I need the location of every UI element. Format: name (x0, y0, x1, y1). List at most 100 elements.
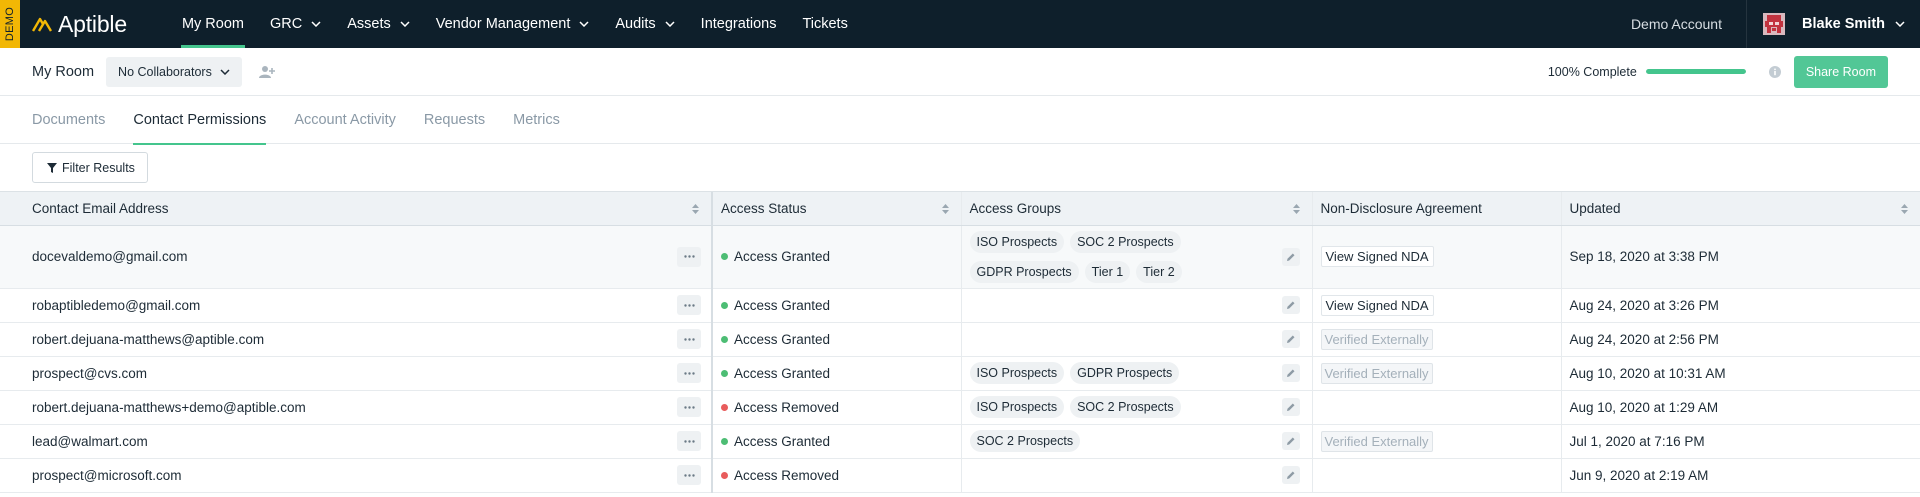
cell-groups (961, 458, 1313, 493)
access-group-chip: ISO Prospects (969, 230, 1065, 253)
access-group-chip: GDPR Prospects (969, 260, 1079, 283)
nav-menu: My Room GRC Assets Vendor Management Audits I… (169, 0, 861, 48)
cell-nda (1312, 390, 1562, 425)
edit-groups-button[interactable] (1281, 296, 1300, 314)
cell-nda: Verified Externally (1312, 322, 1562, 357)
access-group-chip: ISO Prospects (969, 362, 1065, 384)
demo-badge: DEMO (0, 0, 20, 48)
status-dot (721, 403, 728, 411)
cell-nda (1312, 458, 1562, 493)
row-actions-button[interactable] (677, 431, 701, 451)
row-actions-button[interactable] (677, 295, 701, 315)
edit-groups-button[interactable] (1281, 364, 1300, 382)
updated-timestamp: Jul 1, 2020 at 7:16 PM (1569, 433, 1705, 449)
tab-metrics[interactable]: Metrics (513, 96, 560, 144)
column-header-updated-label: Updated (1569, 200, 1621, 216)
cell-email: robaptibledemo@gmail.com (0, 288, 713, 323)
info-icon[interactable] (1768, 65, 1781, 78)
access-status: Access Granted (721, 298, 953, 313)
updated-timestamp: Aug 24, 2020 at 3:26 PM (1569, 297, 1719, 313)
edit-groups-button[interactable] (1281, 398, 1300, 416)
column-header-groups[interactable]: Access Groups (961, 192, 1313, 226)
column-header-email[interactable]: Contact Email Address (0, 192, 713, 226)
contact-email: prospect@cvs.com (32, 365, 147, 381)
pencil-icon (1286, 403, 1294, 411)
cell-groups: SOC 2 Prospects (961, 424, 1313, 459)
chevron-down-icon (220, 68, 230, 75)
cell-status: Access Removed (712, 458, 962, 493)
row-actions-button[interactable] (677, 363, 701, 383)
row-actions-button[interactable] (677, 246, 701, 267)
tab-account-activity[interactable]: Account Activity (294, 96, 396, 144)
access-group-chip: GDPR Prospects (1070, 362, 1180, 384)
collaborators-dropdown[interactable]: No Collaborators (106, 56, 242, 87)
column-header-email-label: Contact Email Address (32, 200, 169, 216)
cell-groups: ISO Prospects SOC 2 Prospects GDPR Prospec… (961, 225, 1313, 289)
room-title: My Room (32, 63, 95, 80)
sort-icon[interactable] (941, 204, 949, 214)
column-header-updated[interactable]: Updated (1561, 192, 1920, 226)
pencil-icon (1286, 253, 1294, 261)
cell-email: robert.dejuana-matthews+demo@aptible.com (0, 390, 713, 425)
add-person-icon[interactable] (258, 65, 275, 79)
nav-item-audits[interactable]: Audits (602, 0, 687, 48)
access-group-chip: Tier 2 (1136, 260, 1182, 283)
nav-item-tickets[interactable]: Tickets (789, 0, 860, 48)
cell-groups (961, 288, 1313, 323)
nav-item-assets[interactable]: Assets (334, 0, 423, 48)
pencil-icon (1286, 369, 1294, 377)
account-switcher[interactable]: Demo Account (1607, 0, 1747, 48)
column-header-groups-label: Access Groups (969, 200, 1062, 216)
row-actions-button[interactable] (677, 329, 701, 349)
chevron-down-icon (1895, 21, 1905, 27)
status-dot (721, 369, 728, 377)
sort-icon[interactable] (1292, 204, 1300, 214)
more-dots-icon (683, 337, 695, 341)
access-status: Access Removed (721, 468, 953, 483)
cell-nda: Verified Externally (1312, 424, 1562, 459)
edit-groups-button[interactable] (1281, 432, 1300, 450)
column-header-nda-label: Non-Disclosure Agreement (1320, 200, 1482, 216)
access-status-label: Access Granted (734, 331, 831, 347)
row-actions-button[interactable] (677, 397, 701, 417)
chevron-down-icon (400, 21, 410, 27)
access-group-chip: SOC 2 Prospects (969, 430, 1081, 452)
access-status-label: Access Granted (734, 433, 831, 449)
nav-item-my-room[interactable]: My Room (169, 0, 257, 48)
edit-groups-button[interactable] (1281, 466, 1300, 484)
updated-timestamp: Sep 18, 2020 at 3:38 PM (1569, 249, 1719, 264)
updated-timestamp: Aug 10, 2020 at 10:31 AM (1569, 365, 1726, 381)
nav-item-integrations[interactable]: Integrations (688, 0, 790, 48)
contact-email: docevaldemo@gmail.com (32, 249, 188, 264)
contact-email: robert.dejuana-matthews+demo@aptible.com (32, 399, 306, 415)
nav-item-grc[interactable]: GRC (257, 0, 334, 48)
sort-icon[interactable] (692, 204, 699, 214)
cell-nda: View Signed NDA (1312, 288, 1562, 323)
cell-nda: Verified Externally (1312, 356, 1562, 391)
access-status: Access Granted (721, 366, 953, 381)
groups-wrap: ISO Prospects SOC 2 Prospects (969, 396, 1304, 418)
progress-label: 100% Complete (1547, 64, 1637, 79)
edit-groups-button[interactable] (1281, 247, 1300, 266)
view-signed-nda-button[interactable]: View Signed NDA (1320, 246, 1434, 267)
share-room-button[interactable]: Share Room (1793, 55, 1888, 88)
row-actions-button[interactable] (677, 465, 701, 485)
cell-updated: Jun 9, 2020 at 2:19 AM (1561, 458, 1920, 493)
user-menu[interactable]: Blake Smith (1747, 0, 1920, 48)
filter-results-button[interactable]: Filter Results (32, 152, 148, 183)
table-body: docevaldemo@gmail.com Access Granted ISO P… (0, 225, 1920, 493)
tab-requests[interactable]: Requests (424, 96, 485, 144)
nav-item-vendor-management[interactable]: Vendor Management (423, 0, 603, 48)
edit-groups-button[interactable] (1281, 330, 1300, 348)
cell-groups: ISO Prospects SOC 2 Prospects (961, 390, 1313, 425)
contact-email: lead@walmart.com (32, 433, 148, 449)
column-header-status[interactable]: Access Status (712, 192, 962, 226)
cell-updated: Aug 24, 2020 at 3:26 PM (1561, 288, 1920, 323)
tab-contact-permissions[interactable]: Contact Permissions (133, 96, 266, 145)
view-signed-nda-button[interactable]: View Signed NDA (1320, 294, 1434, 316)
nda-verified-externally: Verified Externally (1320, 328, 1433, 350)
sort-icon[interactable] (1901, 204, 1908, 214)
tab-documents[interactable]: Documents (32, 96, 105, 144)
table-header-row: Contact Email Address Access Status Acce… (0, 192, 1920, 226)
aptible-logo[interactable]: Aptible (32, 11, 127, 38)
